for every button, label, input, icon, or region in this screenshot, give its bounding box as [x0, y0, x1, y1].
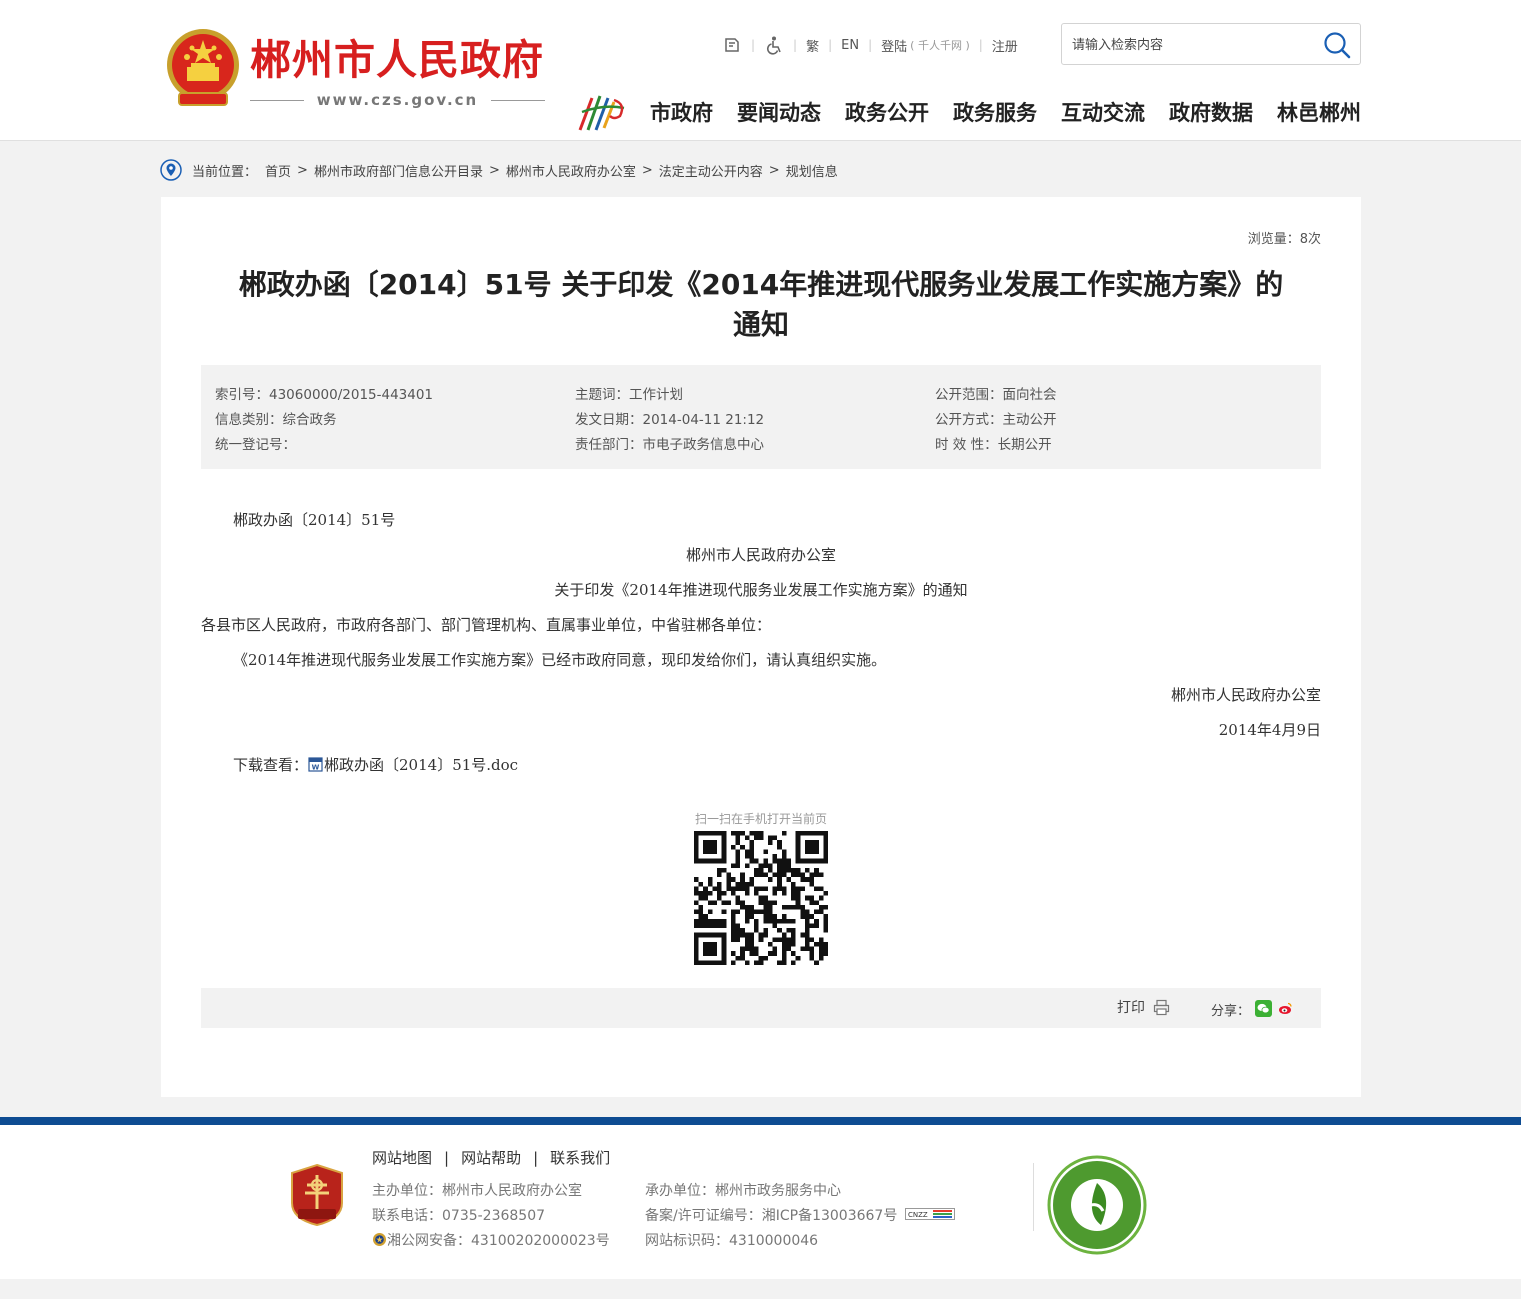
login-link[interactable]: 登陆 — [881, 36, 907, 55]
footer-site-code: 网站标识码：4310000046 — [645, 1233, 819, 1249]
domain-text: www.czs.gov.cn — [316, 91, 479, 109]
elderly-mode-icon[interactable] — [722, 35, 742, 55]
login-note: ( 千人千网 ) — [910, 39, 970, 52]
download-line: 下载查看： W 郴政办函〔2014〕51号.doc — [201, 748, 1321, 783]
party-government-badge[interactable] — [290, 1163, 344, 1227]
nav-logo-icon — [578, 95, 625, 131]
register-link[interactable]: 注册 — [992, 36, 1018, 55]
nav-item-news[interactable]: 要闻动态 — [737, 97, 821, 127]
download-file-link[interactable]: 郴政办函〔2014〕51号.doc — [324, 756, 518, 774]
site-footer: 网站地图 | 网站帮助 | 联系我们 主办单位：郴州市人民政府办公室 联系电话：… — [0, 1125, 1521, 1279]
share-label: 分享： — [1211, 1004, 1251, 1019]
breadcrumb-catalog[interactable]: 郴州市政府部门信息公开目录 — [314, 161, 483, 180]
footer-link-sitemap[interactable]: 网站地图 — [372, 1147, 432, 1168]
title-line-1: 郴政办函〔2014〕51号 关于印发《2014年推进现代服务业发展工作实施方案》… — [238, 268, 1284, 301]
search-input[interactable] — [1072, 34, 1302, 56]
breadcrumb-label: 当前位置： — [192, 164, 258, 180]
accessibility-icon[interactable] — [764, 35, 784, 55]
footer-link-help[interactable]: 网站帮助 — [461, 1147, 521, 1168]
police-badge-icon — [373, 1233, 386, 1246]
civilized-website-badge[interactable] — [1047, 1155, 1147, 1255]
meta-topic: 主题词：工作计划 — [575, 386, 683, 403]
page-title: 郴政办函〔2014〕51号 关于印发《2014年推进现代服务业发展工作实施方案》… — [201, 265, 1321, 345]
meta-validity: 时 效 性：长期公开 — [935, 436, 1052, 453]
body-issuer: 郴州市人民政府办公室 — [685, 546, 836, 564]
print-button[interactable]: 打印 — [1117, 997, 1170, 1017]
site-domain: www.czs.gov.cn — [250, 90, 545, 110]
national-emblem-icon[interactable] — [163, 27, 243, 111]
nav-item-government-affairs[interactable]: 政务公开 — [845, 97, 929, 127]
footer-police[interactable]: 湘公网安备：43100202000023号 — [387, 1233, 610, 1249]
qr-code-icon — [694, 831, 828, 965]
weibo-icon[interactable] — [1277, 1000, 1294, 1017]
qr-caption: 扫一扫在手机打开当前页 — [694, 812, 827, 826]
body-recipients: 各县市区人民政府，市政府各部门、部门管理机构、直属事业单位，中省驻郴各单位： — [201, 616, 772, 634]
article-panel: 浏览量：8次 郴政办函〔2014〕51号 关于印发《2014年推进现代服务业发展… — [161, 197, 1361, 1097]
footer-icp[interactable]: 备案/许可证编号：湘ICP备13003667号 — [645, 1208, 897, 1224]
breadcrumb-planning[interactable]: 规划信息 — [786, 161, 838, 180]
article-body: 郴政办函〔2014〕51号 郴州市人民政府办公室 关于印发《2014年推进现代服… — [201, 503, 1321, 783]
download-label: 下载查看： — [233, 756, 309, 774]
body-subject: 关于印发《2014年推进现代服务业发展工作实施方案》的通知 — [554, 581, 968, 599]
svg-text:CNZZ: CNZZ — [908, 1211, 928, 1219]
footer-undertaker: 承办单位：郴州市政务服务中心 — [645, 1183, 841, 1199]
site-header: 郴州市人民政府 www.czs.gov.cn | | 繁 | EN | 登陆 (… — [0, 0, 1521, 141]
meta-category: 信息类别：综合政务 — [215, 411, 337, 428]
footer-link-contact[interactable]: 联系我们 — [550, 1147, 610, 1168]
breadcrumb-separator: > — [768, 162, 780, 178]
breadcrumb: 当前位置： 首页 > 郴州市政府部门信息公开目录 > 郴州市人民政府办公室 > … — [160, 158, 838, 182]
breadcrumb-home[interactable]: 首页 — [265, 161, 291, 180]
nav-item-government-data[interactable]: 政府数据 — [1169, 97, 1253, 127]
meta-department: 责任部门：市电子政务信息中心 — [575, 436, 764, 453]
footer-icp-line: 备案/许可证编号：湘ICP备13003667号 CNZZ — [645, 1204, 956, 1229]
nav-item-government-services[interactable]: 政务服务 — [953, 97, 1037, 127]
meta-scope: 公开范围：面向社会 — [935, 386, 1057, 403]
share-bar: 打印 分享： — [201, 988, 1321, 1028]
nav-item-linyi-chenzhou[interactable]: 林邑郴州 — [1277, 97, 1361, 127]
meta-reg-no: 统一登记号： — [215, 436, 296, 453]
nav-item-interaction[interactable]: 互动交流 — [1061, 97, 1145, 127]
body-doc-no: 郴政办函〔2014〕51号 — [233, 511, 396, 529]
footer-police-line: 湘公网安备：43100202000023号 — [372, 1229, 610, 1254]
nav-item-city-government[interactable]: 市政府 — [650, 97, 713, 127]
cnzz-stats-icon[interactable]: CNZZ — [905, 1208, 956, 1220]
breadcrumb-separator: > — [297, 162, 308, 178]
word-doc-icon: W — [308, 757, 323, 772]
footer-divider — [1033, 1163, 1034, 1231]
breadcrumb-separator: > — [641, 162, 653, 178]
footer-phone: 联系电话：0735-2368507 — [372, 1208, 546, 1224]
meta-index-no: 索引号：43060000/2015-443401 — [215, 386, 434, 403]
english-link[interactable]: EN — [841, 38, 859, 53]
printer-icon — [1153, 999, 1170, 1015]
view-count: 浏览量：8次 — [1247, 232, 1321, 247]
body-content: 《2014年推进现代服务业发展工作实施方案》已经市政府同意，现印发给你们，请认真… — [233, 651, 887, 669]
footer-bottom-strip — [0, 1279, 1521, 1299]
body-sign-date: 2014年4月9日 — [1218, 721, 1321, 739]
print-label: 打印 — [1117, 1000, 1145, 1016]
svg-text:W: W — [312, 764, 320, 772]
top-tools: | | 繁 | EN | 登陆 ( 千人千网 ) | 注册 — [722, 34, 1018, 56]
search-icon[interactable] — [1322, 30, 1352, 60]
footer-info-left: 主办单位：郴州市人民政府办公室 联系电话：0735-2368507 湘公网安备：… — [372, 1179, 610, 1254]
footer-info-right: 承办单位：郴州市政务服务中心 备案/许可证编号：湘ICP备13003667号 CN… — [645, 1179, 956, 1254]
main-nav: 市政府 要闻动态 政务公开 政务服务 互动交流 政府数据 林邑郴州 — [650, 94, 1361, 130]
site-name[interactable]: 郴州市人民政府 — [250, 34, 544, 86]
wechat-icon[interactable] — [1255, 1000, 1272, 1017]
title-line-2: 通知 — [732, 308, 789, 341]
breadcrumb-separator: > — [488, 162, 500, 178]
meta-issue-date: 发文日期：2014-04-11 21:12 — [575, 411, 765, 428]
search-box — [1061, 23, 1361, 65]
footer-host: 主办单位：郴州市人民政府办公室 — [372, 1183, 582, 1199]
body-sign-org: 郴州市人民政府办公室 — [1170, 686, 1321, 704]
footer-links: 网站地图 | 网站帮助 | 联系我们 — [372, 1147, 611, 1168]
breadcrumb-disclosure[interactable]: 法定主动公开内容 — [659, 161, 763, 180]
traditional-chinese-link[interactable]: 繁 — [806, 36, 819, 55]
breadcrumb-office[interactable]: 郴州市人民政府办公室 — [506, 161, 636, 180]
location-pin-icon — [160, 159, 182, 181]
footer-top-bar — [0, 1117, 1521, 1125]
document-meta: 索引号：43060000/2015-443401 主题词：工作计划 公开范围：面… — [201, 365, 1321, 469]
meta-method: 公开方式：主动公开 — [935, 411, 1057, 428]
